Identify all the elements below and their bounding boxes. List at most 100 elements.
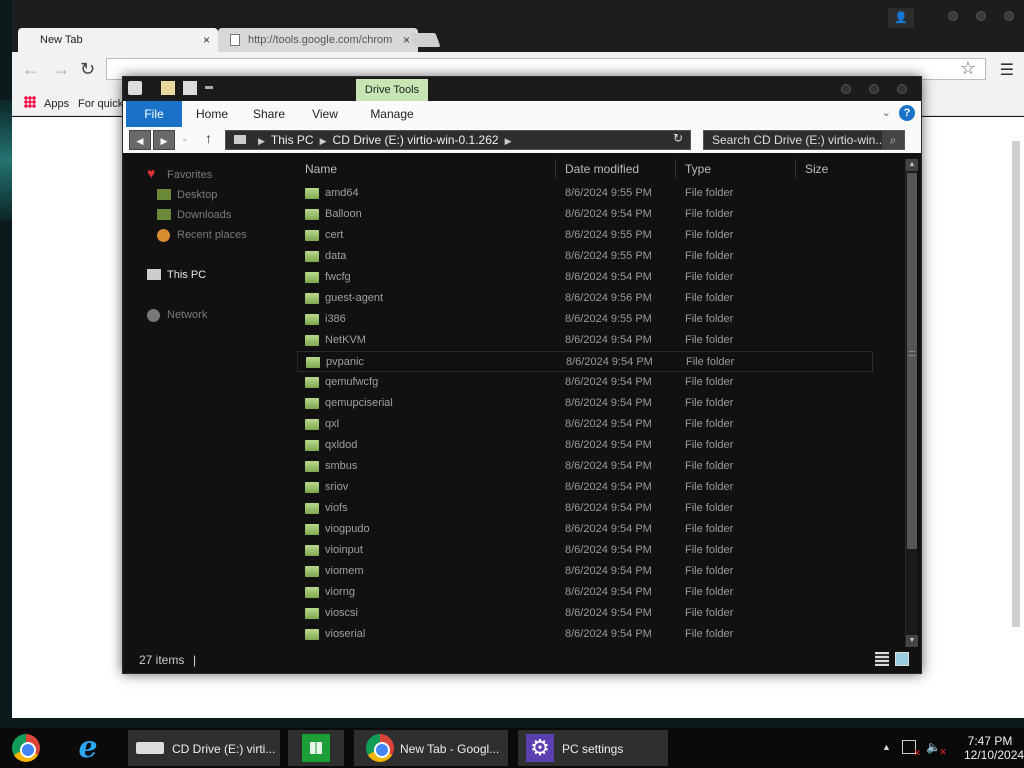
tab-home[interactable]: Home (189, 101, 235, 127)
tab-tools-google[interactable]: http://tools.google.com/chrom × (218, 28, 418, 52)
column-divider[interactable] (675, 159, 676, 179)
up-arrow-icon[interactable]: ↑ (205, 130, 212, 146)
tab-new-tab[interactable]: New Tab × (18, 28, 218, 52)
table-row[interactable]: fwcfg 8/6/2024 9:54 PM File folder (297, 267, 873, 288)
column-divider[interactable] (795, 159, 796, 179)
back-arrow-icon[interactable]: ← (22, 59, 40, 80)
star-icon[interactable]: ☆ (960, 58, 976, 79)
menu-icon[interactable]: ☰ (1000, 60, 1014, 80)
maximize-button[interactable] (869, 84, 879, 94)
help-icon[interactable]: ? (899, 105, 915, 121)
table-row[interactable]: vioscsi 8/6/2024 9:54 PM File folder (297, 603, 873, 624)
close-icon[interactable]: × (403, 33, 410, 47)
table-row[interactable]: qemupciserial 8/6/2024 9:54 PM File folder (297, 393, 873, 414)
table-row[interactable]: cert 8/6/2024 9:55 PM File folder (297, 225, 873, 246)
taskbar-pc-settings[interactable]: PC settings (518, 730, 668, 766)
table-row[interactable]: sriov 8/6/2024 9:54 PM File folder (297, 477, 873, 498)
table-row[interactable]: data 8/6/2024 9:55 PM File folder (297, 246, 873, 267)
tab-share[interactable]: Share (247, 101, 291, 127)
table-row[interactable]: vioserial 8/6/2024 9:54 PM File folder (297, 624, 873, 645)
ie-pinned[interactable]: e (68, 730, 108, 766)
taskbar-chrome[interactable]: New Tab - Googl... (354, 730, 508, 766)
bookmarks-hint: For quick (78, 98, 124, 110)
breadcrumb-separator-icon[interactable]: ▶ (320, 136, 327, 146)
nav-this-pc[interactable]: This PC (147, 267, 206, 283)
table-row[interactable]: viofs 8/6/2024 9:54 PM File folder (297, 498, 873, 519)
search-input[interactable]: Search CD Drive (E:) virtio-win... ⌕ (703, 130, 905, 150)
nav-recent-places[interactable]: Recent places (157, 227, 247, 243)
tab-manage[interactable]: Manage (356, 101, 428, 127)
column-date-modified[interactable]: Date modified (565, 162, 639, 176)
file-name: qemufwcfg (325, 376, 379, 388)
large-icons-view-icon[interactable] (895, 652, 909, 666)
breadcrumb[interactable]: ▶ This PC ▶ CD Drive (E:) virtio-win-0.1.26… (225, 130, 691, 150)
back-button[interactable]: ◀ (129, 130, 151, 150)
close-button[interactable] (897, 84, 907, 94)
user-icon[interactable]: 👤 (888, 8, 914, 28)
reload-icon[interactable]: ↻ (80, 59, 95, 80)
table-row[interactable]: qxldod 8/6/2024 9:54 PM File folder (297, 435, 873, 456)
page-scrollbar[interactable] (1012, 141, 1020, 627)
apps-link[interactable]: Apps (44, 98, 69, 110)
scroll-down-icon[interactable]: ▼ (906, 635, 918, 647)
network-icon[interactable] (902, 740, 921, 759)
column-type[interactable]: Type (685, 162, 711, 176)
table-row[interactable]: qemufwcfg 8/6/2024 9:54 PM File folder (297, 372, 873, 393)
volume-icon[interactable]: 🔈 (926, 740, 947, 758)
nav-downloads[interactable]: Downloads (157, 207, 231, 223)
table-row[interactable]: guest-agent 8/6/2024 9:56 PM File folder (297, 288, 873, 309)
breadcrumb-cd-drive[interactable]: CD Drive (E:) virtio-win-0.1.262 (333, 133, 499, 147)
apps-icon[interactable] (24, 96, 36, 108)
table-row[interactable]: qxl 8/6/2024 9:54 PM File folder (297, 414, 873, 435)
nav-favorites[interactable]: ♥ Favorites (147, 165, 212, 183)
forward-arrow-icon[interactable]: → (52, 59, 70, 80)
taskbar-explorer[interactable]: CD Drive (E:) virti... (128, 730, 280, 766)
search-icon[interactable]: ⌕ (882, 131, 904, 149)
table-row[interactable]: Balloon 8/6/2024 9:54 PM File folder (297, 204, 873, 225)
customize-qat-icon[interactable] (205, 86, 213, 89)
table-row[interactable]: vioinput 8/6/2024 9:54 PM File folder (297, 540, 873, 561)
minimize-button[interactable] (948, 11, 958, 21)
table-row[interactable]: viogpudo 8/6/2024 9:54 PM File folder (297, 519, 873, 540)
scroll-thumb[interactable] (907, 173, 917, 549)
store-pinned[interactable] (288, 730, 344, 766)
table-row[interactable]: viomem 8/6/2024 9:54 PM File folder (297, 561, 873, 582)
table-row[interactable]: smbus 8/6/2024 9:54 PM File folder (297, 456, 873, 477)
vertical-scrollbar[interactable]: ▲ ▼ (905, 159, 918, 647)
recent-locations-icon[interactable]: ⌄ (181, 133, 189, 144)
breadcrumb-this-pc[interactable]: This PC (271, 133, 314, 147)
properties-icon[interactable] (161, 81, 175, 95)
scroll-up-icon[interactable]: ▲ (906, 159, 918, 171)
column-name[interactable]: Name (305, 162, 337, 176)
column-divider[interactable] (555, 159, 556, 179)
close-button[interactable] (1004, 11, 1014, 21)
table-row[interactable]: amd64 8/6/2024 9:55 PM File folder (297, 183, 873, 204)
table-row[interactable]: i386 8/6/2024 9:55 PM File folder (297, 309, 873, 330)
refresh-icon[interactable]: ↻ (667, 131, 689, 149)
tab-view[interactable]: View (305, 101, 345, 127)
minimize-button[interactable] (841, 84, 851, 94)
chevron-down-icon[interactable]: ⌄ (882, 106, 891, 119)
tab-file[interactable]: File (126, 101, 182, 127)
drive-tools-tab: Drive Tools (356, 79, 428, 101)
details-view-icon[interactable] (875, 652, 889, 666)
breadcrumb-separator-icon[interactable]: ▶ (505, 136, 512, 146)
nav-desktop[interactable]: Desktop (157, 187, 217, 203)
drive-icon[interactable] (128, 81, 142, 95)
forward-button[interactable]: ▶ (153, 130, 175, 150)
close-icon[interactable]: × (203, 33, 210, 47)
maximize-button[interactable] (976, 11, 986, 21)
new-folder-icon[interactable] (183, 81, 197, 95)
show-hidden-icons-icon[interactable]: ▲ (882, 742, 891, 752)
page-icon (230, 34, 240, 46)
nav-network[interactable]: Network (147, 307, 207, 323)
table-row[interactable]: viorng 8/6/2024 9:54 PM File folder (297, 582, 873, 603)
table-row[interactable]: NetKVM 8/6/2024 9:54 PM File folder (297, 330, 873, 351)
table-row[interactable]: pvpanic 8/6/2024 9:54 PM File folder (297, 351, 873, 372)
column-size[interactable]: Size (805, 162, 828, 176)
clock[interactable]: 7:47 PM 12/10/2024 (964, 734, 1024, 762)
new-tab-button[interactable] (409, 33, 441, 47)
folder-icon (305, 608, 319, 619)
breadcrumb-separator-icon[interactable]: ▶ (258, 136, 265, 146)
chrome-pinned[interactable] (8, 730, 48, 766)
